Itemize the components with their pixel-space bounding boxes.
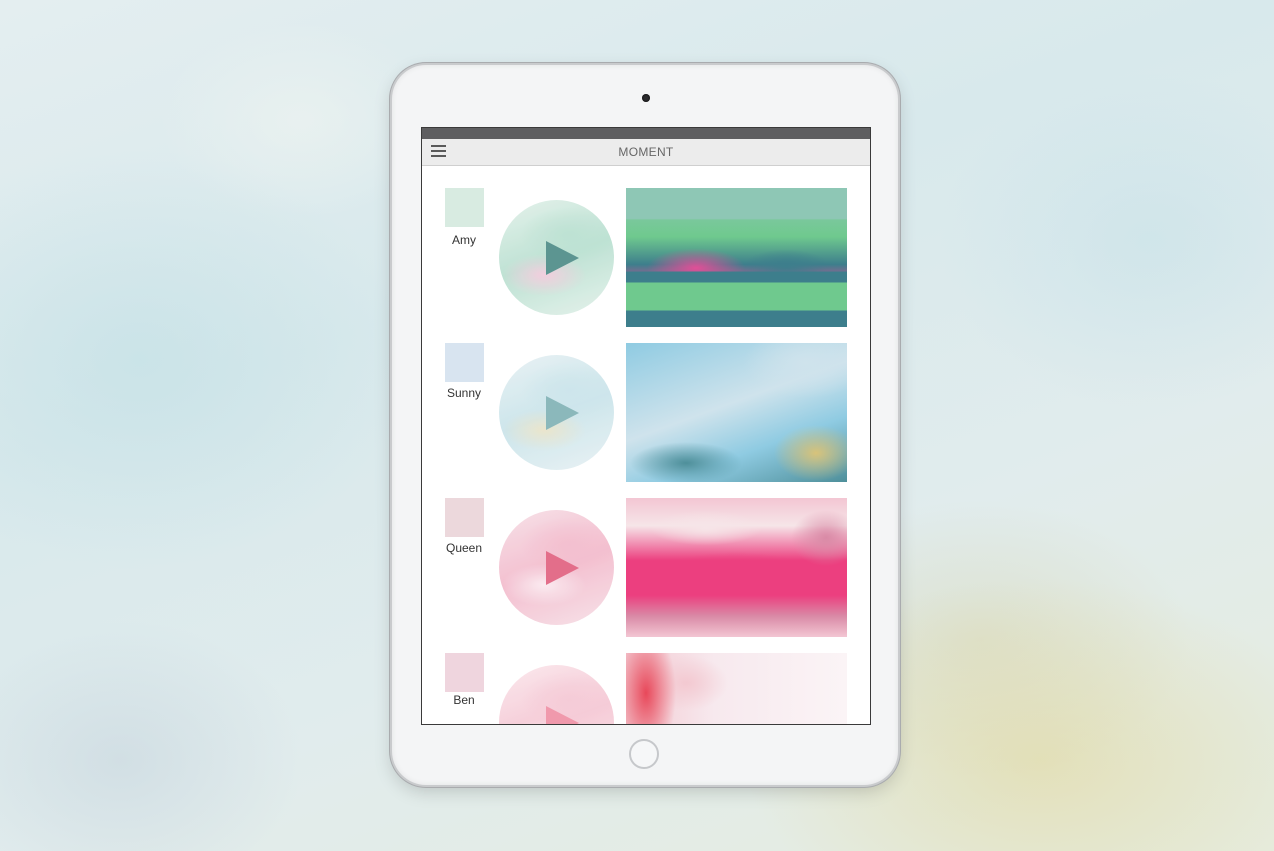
play-icon[interactable] <box>546 706 579 724</box>
painting-image[interactable] <box>626 188 847 327</box>
play-thumbnail[interactable] <box>499 200 614 315</box>
moment-row-ben[interactable]: Ben <box>422 653 870 724</box>
camera-icon <box>642 94 650 102</box>
app-screen: MOMENT Amy Sunny Queen Ben <box>421 127 871 725</box>
play-thumbnail[interactable] <box>499 665 614 724</box>
color-swatch <box>445 498 484 537</box>
moment-row-queen[interactable]: Queen <box>422 498 870 638</box>
play-thumbnail[interactable] <box>499 510 614 625</box>
navigation-bar: MOMENT <box>422 139 870 166</box>
painting-image[interactable] <box>626 498 847 637</box>
moment-row-sunny[interactable]: Sunny <box>422 343 870 483</box>
color-swatch <box>445 653 484 692</box>
moment-name: Ben <box>453 693 475 707</box>
status-bar <box>422 128 870 139</box>
moment-name: Sunny <box>446 386 482 400</box>
moment-row-amy[interactable]: Amy <box>422 188 870 328</box>
play-thumbnail[interactable] <box>499 355 614 470</box>
tablet-device: MOMENT Amy Sunny Queen Ben <box>392 65 898 785</box>
home-button[interactable] <box>629 739 659 769</box>
moment-name: Queen <box>445 541 483 555</box>
play-icon[interactable] <box>546 396 579 430</box>
moment-name: Amy <box>452 233 476 247</box>
color-swatch <box>445 343 484 382</box>
color-swatch <box>445 188 484 227</box>
play-icon[interactable] <box>546 241 579 275</box>
play-icon[interactable] <box>546 551 579 585</box>
painting-image[interactable] <box>626 653 847 724</box>
painting-image[interactable] <box>626 343 847 482</box>
page-title: MOMENT <box>618 145 674 159</box>
